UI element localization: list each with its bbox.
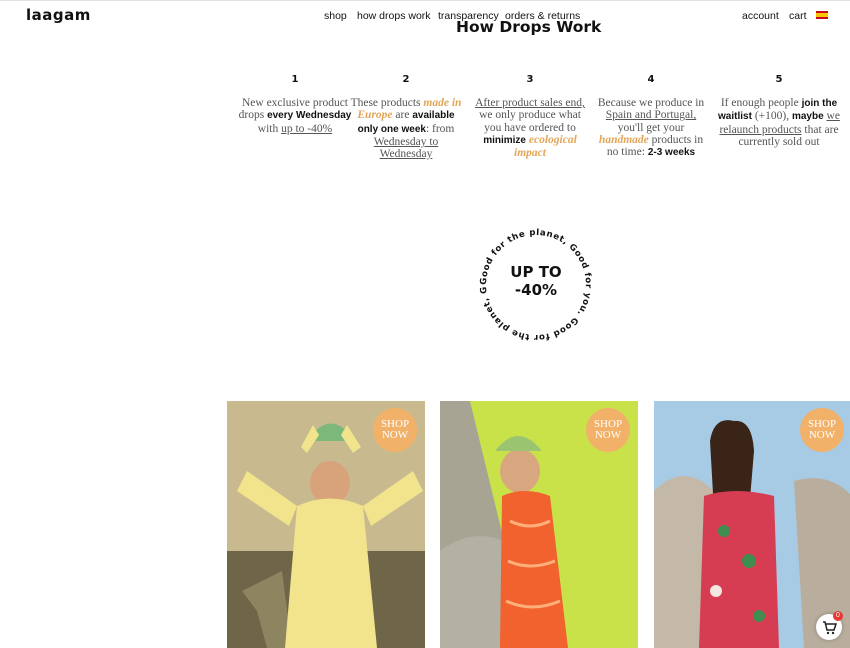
step-highlight: handmade — [598, 133, 649, 146]
step-bold: maybe — [791, 111, 824, 123]
product-card-1[interactable]: SHOP NOW — [227, 401, 425, 648]
step-text: (+100), — [754, 110, 790, 123]
nav-how-drops-work[interactable]: how drops work — [357, 10, 431, 22]
top-border — [0, 0, 850, 1]
step-text: you'll get your — [617, 121, 685, 134]
step-text: with — [257, 122, 279, 135]
step-number: 3 — [526, 74, 534, 85]
step-2: 2 These products made in Europe are avai… — [348, 74, 464, 160]
step-text: are — [395, 109, 410, 122]
discount-badge: Good for the planet, Good for you. Good … — [471, 220, 592, 342]
step-text: : from — [425, 122, 455, 135]
step-link[interactable]: Wednesday to Wednesday — [374, 136, 439, 160]
step-bold: minimize — [483, 134, 526, 146]
step-number: 2 — [402, 74, 410, 85]
step-bold: 2-3 weeks — [647, 147, 696, 159]
step-link[interactable]: up to -40% — [281, 123, 332, 135]
shop-now-button[interactable]: SHOP NOW — [373, 408, 417, 452]
step-number: 4 — [647, 74, 655, 85]
step-text: If enough people — [720, 97, 799, 110]
step-bold: every Wednesday — [267, 110, 352, 122]
nav-cart[interactable]: cart — [789, 10, 807, 22]
step-link[interactable]: After product sales end, — [475, 97, 585, 109]
shop-now-button[interactable]: SHOP NOW — [586, 408, 630, 452]
shop-now-button[interactable]: SHOP NOW — [800, 408, 844, 452]
cart-count-badge: 0 — [833, 611, 843, 621]
nav-shop[interactable]: shop — [324, 10, 347, 22]
badge-line-1: UP TO — [510, 263, 561, 281]
step-3: 3 After product sales end, we only produ… — [472, 74, 588, 159]
spain-flag-icon[interactable] — [816, 11, 828, 19]
step-number: 1 — [291, 74, 299, 85]
step-4: 4 Because we produce in Spain and Portug… — [593, 74, 709, 159]
step-link[interactable]: Spain and Portugal, — [606, 109, 696, 121]
step-5: 5 If enough people join the waitlist (+1… — [717, 74, 841, 148]
nav-account[interactable]: account — [742, 10, 779, 22]
product-card-2[interactable]: SHOP NOW — [440, 401, 638, 648]
step-number: 5 — [775, 74, 783, 85]
step-1: 1 New exclusive product drops every Wedn… — [237, 74, 353, 135]
step-text: These products — [350, 97, 421, 110]
page-title: How Drops Work — [456, 18, 602, 36]
step-text: Because we produce in — [597, 97, 705, 110]
logo[interactable]: laagam — [26, 6, 91, 24]
product-card-3[interactable]: SHOP NOW — [654, 401, 850, 648]
badge-line-2: -40% — [515, 281, 557, 299]
step-text: we only produce what you have ordered to — [479, 109, 581, 134]
